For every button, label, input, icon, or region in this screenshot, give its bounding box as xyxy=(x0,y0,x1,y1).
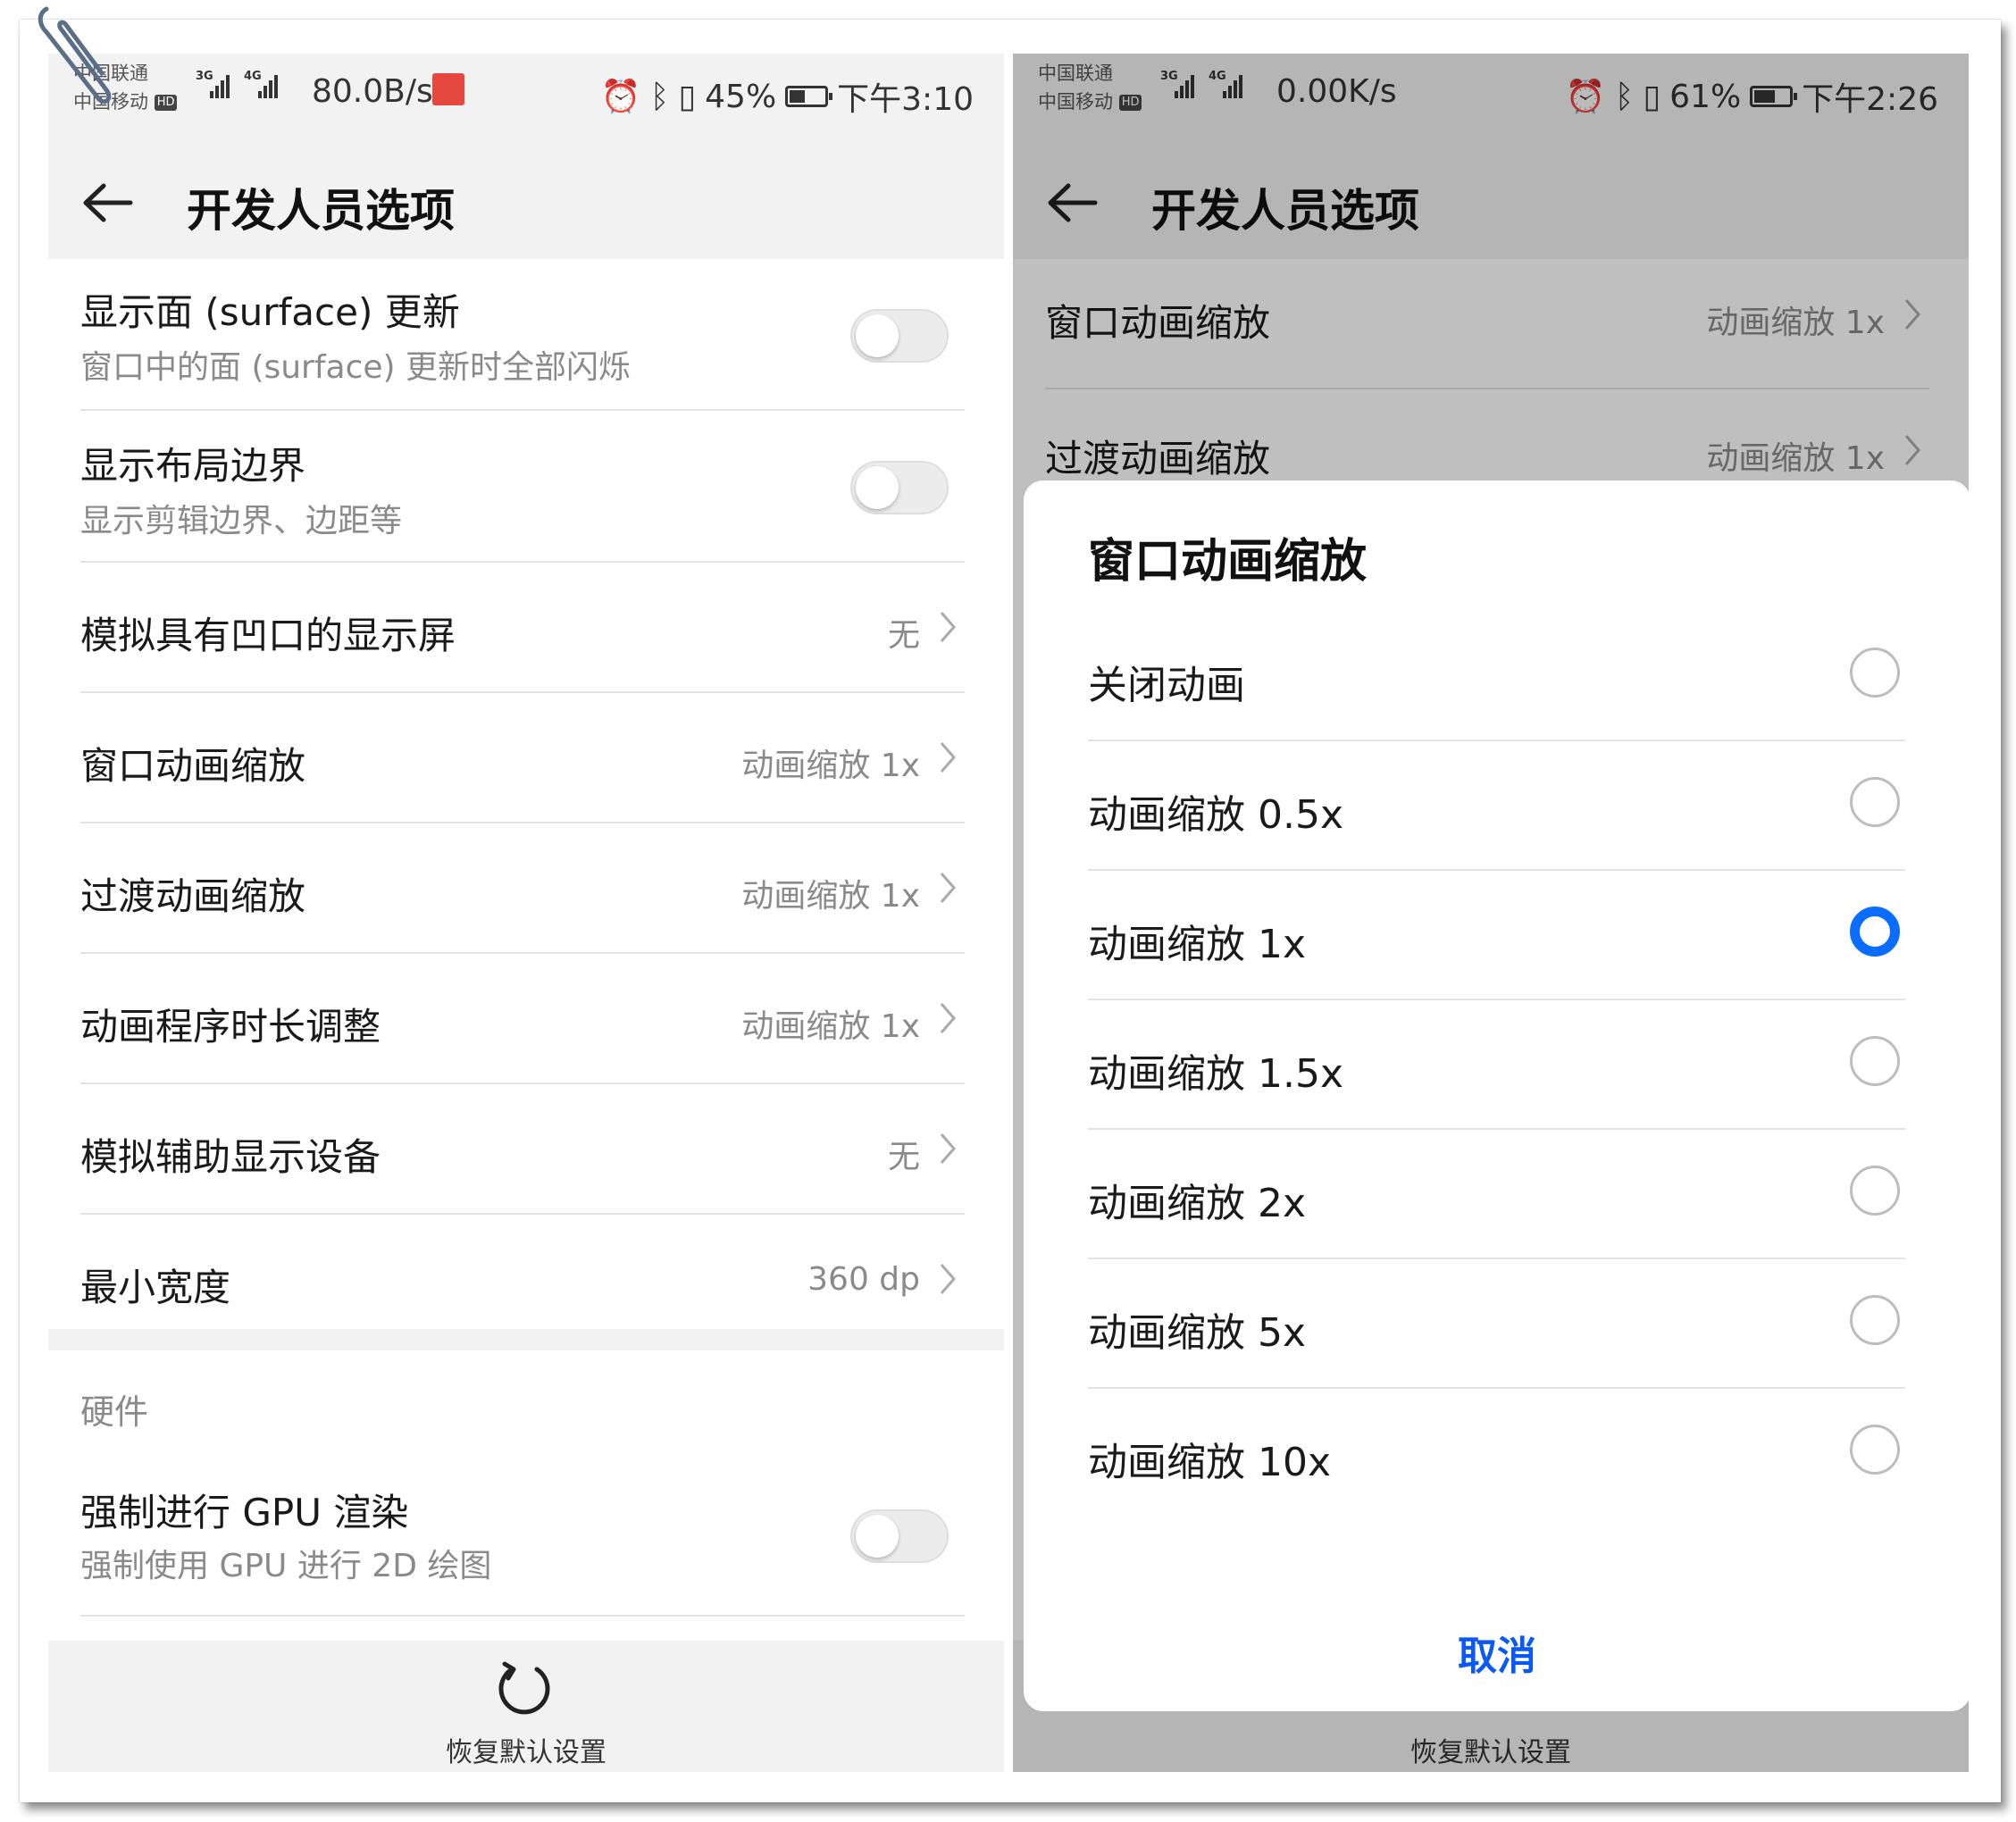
setting-window-anim-scale[interactable]: 窗口动画缩放 动画缩放 1x xyxy=(80,693,965,823)
setting-title: 强制进行 GPU 渲染 xyxy=(80,1491,409,1534)
option-label: 动画缩放 2x xyxy=(1088,1181,1307,1226)
setting-value: 动画缩放 1x xyxy=(741,1008,920,1045)
vibrate-icon: ▯ xyxy=(678,78,697,115)
option-scale-1-5x[interactable]: 动画缩放 1.5x xyxy=(1088,999,1905,1130)
radio-button[interactable] xyxy=(1850,1295,1900,1345)
option-scale-5x[interactable]: 动画缩放 5x xyxy=(1088,1258,1905,1389)
option-scale-2x[interactable]: 动画缩放 2x xyxy=(1088,1128,1905,1259)
dialog-title: 窗口动画缩放 xyxy=(1088,535,1368,589)
chevron-right-icon xyxy=(940,1003,956,1033)
setting-value: 360 dp xyxy=(807,1261,920,1298)
chevron-right-icon xyxy=(940,873,956,903)
setting-notch-display[interactable]: 模拟具有凹口的显示屏 无 xyxy=(80,563,965,693)
battery-icon xyxy=(785,86,833,107)
chevron-right-icon xyxy=(940,612,956,642)
setting-subtitle: 窗口中的面 (surface) 更新时全部闪烁 xyxy=(80,349,632,386)
option-label: 动画缩放 1x xyxy=(1088,922,1307,967)
setting-title: 窗口动画缩放 xyxy=(80,744,306,788)
section-header-hardware: 硬件 xyxy=(80,1392,149,1432)
clock: 下午3:10 xyxy=(837,81,974,118)
back-arrow-icon[interactable] xyxy=(80,180,134,225)
restore-defaults-label[interactable]: 恢复默认设置 xyxy=(48,1730,1004,1769)
net-gen-1: 3G xyxy=(196,70,213,83)
battery-percent: 45% xyxy=(705,78,777,115)
anim-scale-dialog: 窗口动画缩放 关闭动画 动画缩放 0.5x 动画缩放 1x 动画缩放 1.5x … xyxy=(1024,481,1969,1711)
status-right: ⏰ ᛒ ▯ 45% 下午3:10 xyxy=(601,73,974,120)
setting-value: 动画缩放 1x xyxy=(741,878,920,915)
radio-button[interactable] xyxy=(1850,1425,1900,1475)
layout-bounds-toggle[interactable] xyxy=(850,461,949,514)
bluetooth-icon: ᛒ xyxy=(649,78,670,115)
restore-icon[interactable] xyxy=(492,1657,555,1719)
net-gen-2: 4G xyxy=(244,70,262,83)
radio-button[interactable] xyxy=(1850,777,1900,827)
setting-value: 无 xyxy=(887,617,920,654)
bottom-bar: 恢复默认设置 xyxy=(48,1641,1004,1772)
setting-secondary-display[interactable]: 模拟辅助显示设备 无 xyxy=(80,1084,965,1215)
setting-layout-bounds[interactable]: 显示布局边界 显示剪辑边界、边距等 xyxy=(80,411,965,563)
option-scale-10x[interactable]: 动画缩放 10x xyxy=(1088,1387,1905,1517)
hd-badge: HD xyxy=(154,95,178,111)
option-label: 动画缩放 10x xyxy=(1088,1440,1332,1485)
alarm-icon: ⏰ xyxy=(600,79,641,115)
setting-title: 模拟具有凹口的显示屏 xyxy=(80,614,456,657)
force-gpu-toggle[interactable] xyxy=(850,1509,949,1563)
setting-transition-anim-scale[interactable]: 过渡动画缩放 动画缩放 1x xyxy=(80,823,965,954)
page-title: 开发人员选项 xyxy=(187,185,455,237)
surface-updates-toggle[interactable] xyxy=(850,309,949,363)
option-label: 动画缩放 5x xyxy=(1088,1310,1307,1356)
setting-subtitle: 显示剪辑边界、边距等 xyxy=(80,503,403,539)
left-phone-screen: 中国联通 中国移动 HD 3G 4G 80.0B/s ⏰ ᛒ ▯ 45% 下午3… xyxy=(48,54,1004,1772)
app-bar: 开发人员选项 xyxy=(48,143,1004,259)
setting-min-width[interactable]: 最小宽度 360 dp xyxy=(80,1215,965,1343)
radio-button[interactable] xyxy=(1850,1036,1900,1086)
option-scale-0-5x[interactable]: 动画缩放 0.5x xyxy=(1088,740,1905,871)
radio-button[interactable] xyxy=(1850,648,1900,698)
section-divider xyxy=(48,1329,1004,1350)
signal-3g-icon: 3G xyxy=(196,70,231,102)
app-notification-icon xyxy=(432,73,464,105)
setting-subtitle: 强制使用 GPU 进行 2D 绘图 xyxy=(80,1548,492,1584)
setting-value: 动画缩放 1x xyxy=(741,748,920,784)
right-phone-screen: 中国联通 中国移动 HD 3G 4G 0.00K/s ⏰ ᛒ ▯ 61% 下午2… xyxy=(1013,54,1969,1772)
signal-4g-icon: 4G xyxy=(244,70,280,102)
setting-title: 模拟辅助显示设备 xyxy=(80,1135,381,1179)
settings-list: 显示面 (surface) 更新 窗口中的面 (surface) 更新时全部闪烁… xyxy=(48,259,1004,1343)
signal-indicators: 3G 4G xyxy=(196,70,280,102)
option-anim-off[interactable]: 关闭动画 xyxy=(1088,610,1905,741)
setting-title: 过渡动画缩放 xyxy=(80,874,306,918)
setting-value: 无 xyxy=(887,1139,920,1175)
radio-button[interactable] xyxy=(1850,1166,1900,1216)
setting-title: 显示面 (surface) 更新 xyxy=(80,290,460,334)
status-bar: 中国联通 中国移动 HD 3G 4G 80.0B/s ⏰ ᛒ ▯ 45% 下午3… xyxy=(48,54,1004,143)
battery-level xyxy=(790,90,806,103)
setting-title: 动画程序时长调整 xyxy=(80,1005,381,1049)
network-speed: 80.0B/s xyxy=(312,73,433,110)
setting-title: 显示布局边界 xyxy=(80,444,306,488)
paperclip-icon xyxy=(38,6,112,104)
option-label: 关闭动画 xyxy=(1088,663,1245,708)
option-scale-1x[interactable]: 动画缩放 1x xyxy=(1088,869,1905,1000)
option-label: 动画缩放 1.5x xyxy=(1088,1051,1343,1097)
chevron-right-icon xyxy=(940,742,956,773)
chevron-right-icon xyxy=(940,1264,956,1294)
chevron-right-icon xyxy=(940,1133,956,1164)
setting-animator-duration[interactable]: 动画程序时长调整 动画缩放 1x xyxy=(80,954,965,1084)
setting-title: 最小宽度 xyxy=(80,1266,231,1309)
setting-force-gpu[interactable]: 强制进行 GPU 渲染 强制使用 GPU 进行 2D 绘图 xyxy=(80,1465,965,1617)
radio-button-selected[interactable] xyxy=(1850,907,1900,957)
setting-surface-updates[interactable]: 显示面 (surface) 更新 窗口中的面 (surface) 更新时全部闪烁 xyxy=(80,259,965,411)
cancel-button[interactable]: 取消 xyxy=(1024,1624,1969,1681)
option-label: 动画缩放 0.5x xyxy=(1088,792,1343,838)
